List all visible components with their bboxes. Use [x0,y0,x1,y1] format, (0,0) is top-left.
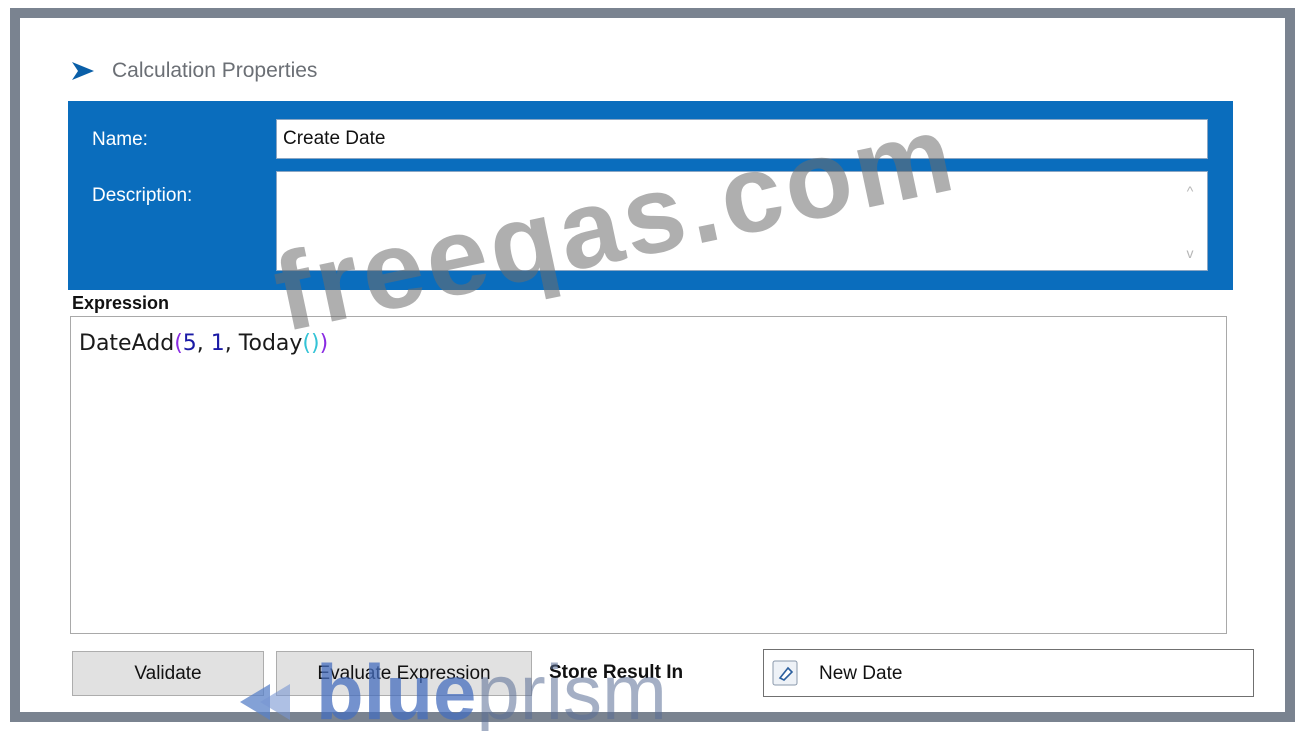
expr-separator-1: , [196,331,211,356]
store-result-field[interactable]: New Date [763,649,1254,697]
blueprism-logo-icon [72,62,94,80]
expr-open-paren: ( [174,331,183,356]
properties-panel: Name: Create Date Description: ^ v [68,101,1233,290]
scroll-down-arrow-icon[interactable]: v [1183,246,1197,260]
evaluate-expression-button[interactable]: Evaluate Expression [276,651,532,696]
expr-close-paren: ) [319,331,329,356]
data-item-icon [772,660,798,686]
expression-editor[interactable]: DateAdd(5, 1, Today()) [70,316,1227,634]
store-result-value: New Date [819,663,903,684]
expr-function: DateAdd [79,331,175,356]
expr-inner-parens: () [302,331,320,356]
dialog-title: Calculation Properties [112,59,318,82]
store-result-label: Store Result In [549,662,684,683]
expr-arg-1: 5 [182,331,197,356]
expr-inner-function: Today [238,331,303,356]
scroll-up-arrow-icon[interactable]: ^ [1183,184,1197,198]
description-label: Description: [92,185,193,206]
description-textarea[interactable]: ^ v [276,171,1208,271]
name-label: Name: [92,129,148,150]
dialog-title-bar: Calculation Properties [70,54,317,88]
name-input[interactable]: Create Date [276,119,1208,159]
expr-separator-2: , [224,331,239,356]
expr-arg-2: 1 [210,331,225,356]
expression-label: Expression [72,293,170,313]
top-strip [0,0,1305,8]
expression-text: DateAdd(5, 1, Today()) [79,331,328,356]
validate-button[interactable]: Validate [72,651,264,696]
